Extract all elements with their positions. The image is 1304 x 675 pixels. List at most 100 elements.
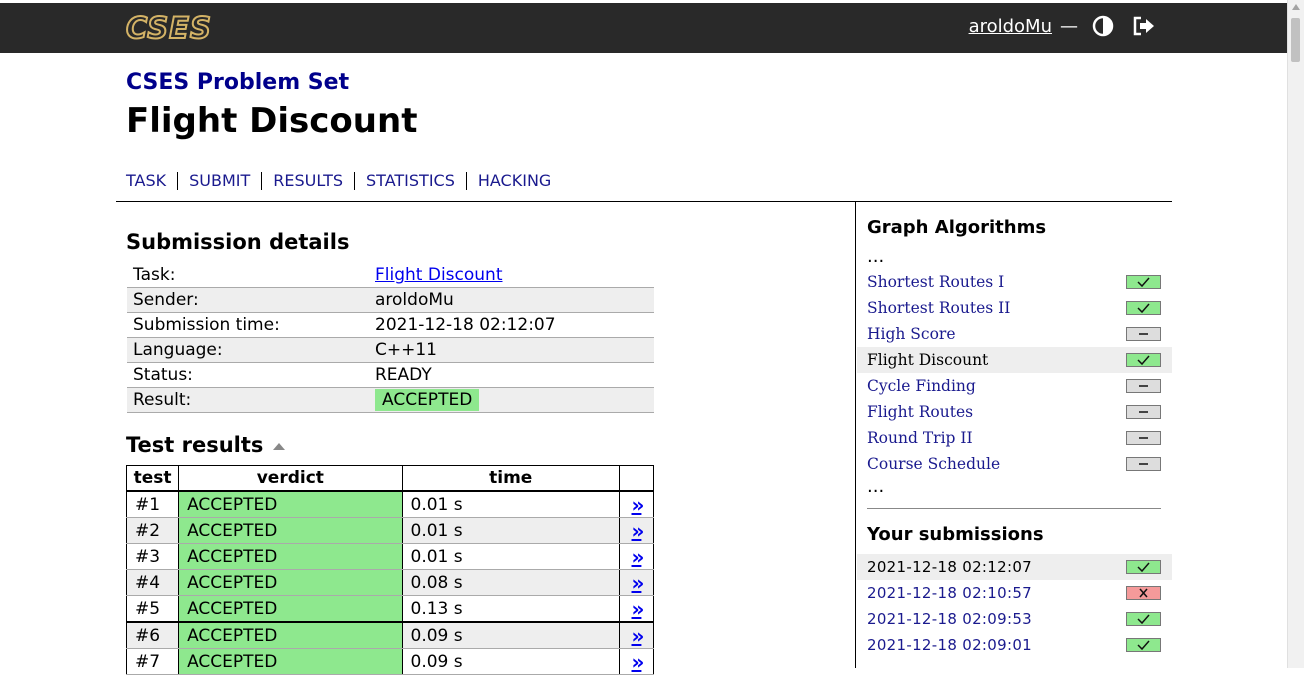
accepted-check-icon (1126, 612, 1161, 626)
tab-hacking[interactable]: HACKING (465, 172, 562, 190)
category-ellipsis-bottom: ... (867, 476, 885, 497)
header-divider (116, 201, 1172, 202)
test-time: 0.09 s (401, 622, 620, 649)
detail-row-status: Status: READY (127, 362, 654, 388)
detail-label: Task: (127, 263, 369, 288)
list-item[interactable]: Shortest Routes II (857, 295, 1172, 321)
list-item-current[interactable]: 2021-12-18 02:12:07 (857, 554, 1172, 580)
sidebar-divider (855, 202, 856, 668)
view-test-link-icon[interactable]: » (632, 571, 645, 595)
test-id: #5 (125, 595, 180, 623)
detail-value: ACCEPTED (369, 387, 654, 413)
test-id: #6 (125, 622, 180, 649)
list-item[interactable]: 2021-12-18 02:10:57 (857, 580, 1172, 606)
detail-label: Sender: (127, 287, 369, 313)
collapse-caret-icon[interactable] (273, 442, 286, 450)
task-name-link[interactable]: Shortest Routes II (867, 299, 1010, 317)
task-name-link[interactable]: Flight Routes (867, 403, 973, 421)
category-task-list: Shortest Routes I Shortest Routes II Hig… (857, 269, 1172, 477)
test-time: 0.09 s (401, 648, 620, 675)
view-test-link-icon[interactable]: » (632, 597, 645, 621)
page-header: CSES Problem Set Flight Discount (126, 70, 417, 141)
solved-check-icon (1126, 353, 1161, 367)
your-submissions-title: Your submissions (867, 524, 1044, 545)
username-link[interactable]: aroldoMu (969, 16, 1052, 37)
tab-task[interactable]: TASK (126, 172, 177, 190)
detail-row-result: Result: ACCEPTED (127, 387, 654, 413)
view-test-link-icon[interactable]: » (632, 624, 645, 648)
submission-link[interactable]: 2021-12-18 02:09:01 (867, 636, 1032, 654)
task-name-link[interactable]: Shortest Routes I (867, 273, 1004, 291)
test-time: 0.01 s (401, 543, 620, 570)
test-verdict: ACCEPTED (178, 517, 403, 544)
detail-label: Result: (127, 387, 369, 413)
test-results-header[interactable]: Test results (126, 433, 286, 457)
site-title[interactable]: CSES Problem Set (126, 70, 417, 95)
task-name-current: Flight Discount (867, 351, 989, 369)
test-table-header: test verdict time (125, 465, 655, 492)
test-time: 0.13 s (401, 595, 620, 623)
detail-label: Submission time: (127, 312, 369, 338)
scroll-thumb[interactable] (1291, 18, 1300, 62)
detail-label: Language: (127, 337, 369, 363)
table-row: #4 ACCEPTED 0.08 s » (125, 569, 655, 596)
view-test-link-icon[interactable]: » (632, 493, 645, 517)
detail-row-task: Task: Flight Discount (127, 263, 654, 288)
list-item[interactable]: Course Schedule (857, 451, 1172, 477)
task-name-link[interactable]: Round Trip II (867, 429, 973, 447)
detail-value: 2021-12-18 02:12:07 (369, 312, 654, 338)
test-verdict: ACCEPTED (178, 595, 403, 623)
detail-label: Status: (127, 362, 369, 388)
table-row: #1 ACCEPTED 0.01 s » (125, 491, 655, 518)
test-link-cell: » (618, 595, 655, 623)
user-separator: — (1060, 15, 1078, 37)
list-item-current[interactable]: Flight Discount (857, 347, 1172, 373)
unsolved-dash-icon (1126, 431, 1161, 445)
test-id: #4 (125, 569, 180, 596)
page-title: Flight Discount (126, 101, 418, 141)
page-scrollbar[interactable] (1287, 0, 1304, 668)
half-circle-contrast-icon[interactable] (1092, 15, 1114, 37)
result-badge: ACCEPTED (375, 389, 480, 411)
task-name-link[interactable]: Cycle Finding (867, 377, 976, 395)
test-time: 0.01 s (401, 491, 620, 518)
cses-logo[interactable]: CSES (125, 10, 212, 46)
unsolved-dash-icon (1126, 457, 1161, 471)
test-verdict: ACCEPTED (178, 491, 403, 518)
list-item[interactable]: Shortest Routes I (857, 269, 1172, 295)
list-item[interactable]: Round Trip II (857, 425, 1172, 451)
list-item[interactable]: Cycle Finding (857, 373, 1172, 399)
scroll-up-arrow-icon[interactable] (1292, 4, 1300, 10)
detail-value: Flight Discount (369, 263, 654, 288)
view-test-link-icon[interactable]: » (632, 650, 645, 674)
table-row: #2 ACCEPTED 0.01 s » (125, 517, 655, 544)
test-id: #1 (125, 491, 180, 518)
list-item[interactable]: 2021-12-18 02:09:01 (857, 632, 1172, 658)
tab-results[interactable]: RESULTS (261, 172, 354, 190)
test-verdict: ACCEPTED (178, 622, 403, 649)
view-test-link-icon[interactable]: » (632, 545, 645, 569)
task-link[interactable]: Flight Discount (375, 265, 503, 285)
list-item[interactable]: High Score (857, 321, 1172, 347)
list-item[interactable]: Flight Routes (857, 399, 1172, 425)
table-row: #6 ACCEPTED 0.09 s » (125, 622, 655, 649)
test-results-title: Test results (126, 433, 264, 457)
tab-submit[interactable]: SUBMIT (177, 172, 261, 190)
task-name-link[interactable]: High Score (867, 325, 956, 343)
test-verdict: ACCEPTED (178, 648, 403, 675)
accepted-check-icon (1126, 560, 1161, 574)
table-row: #5 ACCEPTED 0.13 s » (125, 595, 655, 623)
solved-check-icon (1126, 301, 1161, 315)
list-item[interactable]: 2021-12-18 02:09:53 (857, 606, 1172, 632)
test-link-cell: » (618, 517, 655, 544)
submission-link[interactable]: 2021-12-18 02:09:53 (867, 610, 1032, 628)
submission-link[interactable]: 2021-12-18 02:10:57 (867, 584, 1032, 602)
test-results-table: test verdict time #1 ACCEPTED 0.01 s » #… (125, 465, 655, 675)
task-name-link[interactable]: Course Schedule (867, 455, 1000, 473)
table-row: #3 ACCEPTED 0.01 s » (125, 543, 655, 570)
column-header-link (618, 465, 655, 492)
logout-arrow-icon[interactable] (1132, 15, 1156, 37)
tab-statistics[interactable]: STATISTICS (354, 172, 466, 190)
view-test-link-icon[interactable]: » (632, 519, 645, 543)
column-header-time: time (401, 465, 620, 492)
